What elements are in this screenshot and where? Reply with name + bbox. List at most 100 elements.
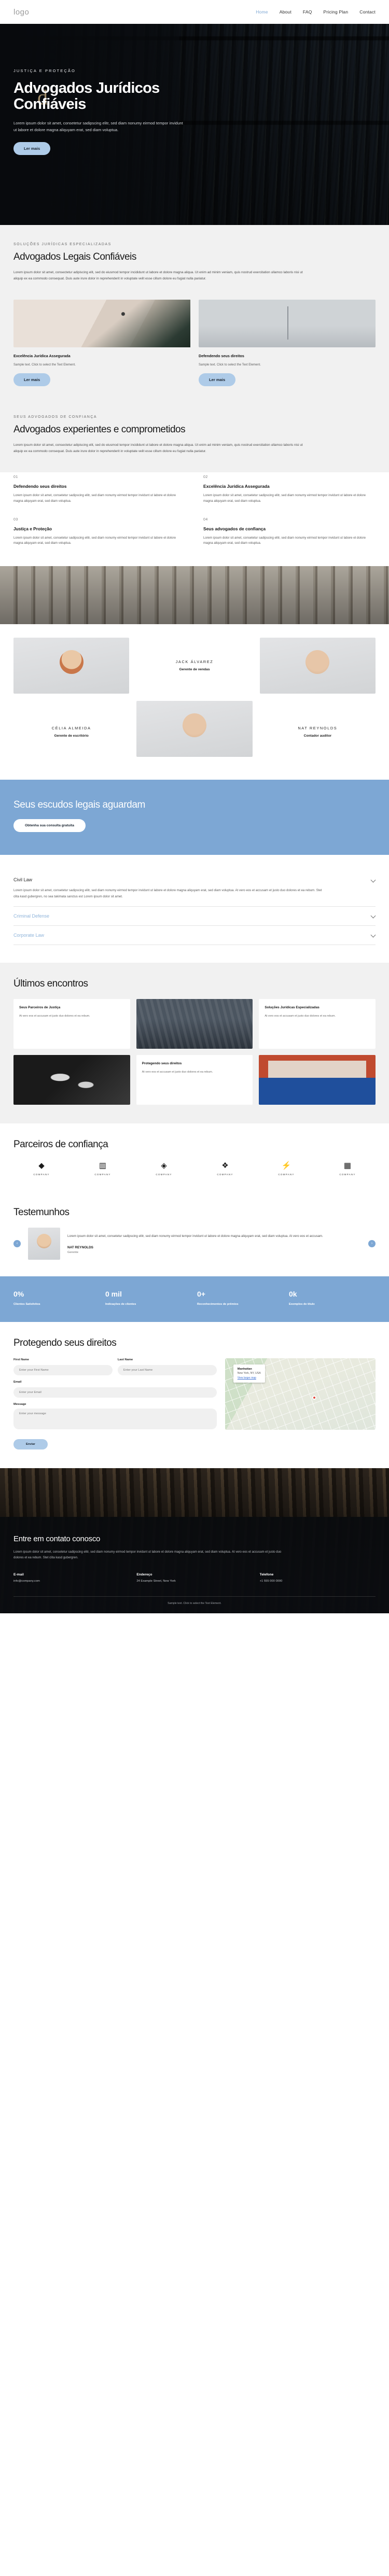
email-label: Email — [13, 1381, 22, 1384]
experience-body: Lorem ipsum dolor sit amet, consectetur … — [13, 443, 303, 453]
blog-card[interactable]: Soluções Jurídicas Especializadas At ver… — [259, 998, 376, 1049]
card-image-scales-of-justice — [199, 299, 376, 347]
item-title: Excelência Jurídica Assegurada — [203, 483, 270, 489]
chevron-down-icon[interactable] — [371, 933, 376, 937]
card-title: Excelência Jurídica Assegurada — [13, 353, 71, 358]
cta-title: Seus escudos legais aguardam — [13, 799, 145, 811]
item-title: Justiça e Proteção — [13, 526, 52, 531]
item-title: Seus advogados de confiança — [203, 526, 266, 531]
partner-mark-icon: ◆ — [38, 1161, 45, 1170]
message-textarea[interactable] — [13, 1409, 217, 1430]
blog-section: Últimos encontros Seus Parceiros de Just… — [0, 962, 389, 1123]
nav-item-faq[interactable]: FAQ — [303, 9, 312, 15]
partner-mark-icon: ◈ — [161, 1161, 167, 1170]
accordion-item-corporate-law[interactable]: Corporate Law — [13, 926, 376, 945]
accordion-item-civil-law[interactable]: Civil Law Lorem ipsum dolor sit amet, co… — [13, 870, 376, 907]
free-consultation-button[interactable]: Obtenha sua consulta gratuita — [13, 819, 86, 833]
accordion-item-criminal-defense[interactable]: Criminal Defense — [13, 907, 376, 926]
blog-card[interactable]: Seus Parceiros de Justiça At vero eos et… — [13, 998, 130, 1049]
experience-item: 04 Seus advogados de confiança Lorem ips… — [203, 518, 376, 547]
card-read-more-button[interactable]: Ler mais — [13, 373, 51, 386]
experience-item: 01 Defendendo seus direitos Lorem ipsum … — [13, 475, 186, 504]
hero-section: d JUSTIÇA E PROTEÇÃO Advogados Jurídicos… — [0, 24, 389, 225]
blog-grid: Seus Parceiros de Justiça At vero eos et… — [13, 998, 376, 1105]
site-header: logo Home About FAQ Pricing Plan Contact — [0, 0, 389, 24]
chevron-down-icon[interactable] — [371, 913, 376, 918]
submit-button[interactable]: Enviar — [13, 1439, 48, 1450]
cta-band: Seus escudos legais aguardam Obtenha sua… — [0, 780, 389, 855]
team-row: JACK ÁLVAREZ Gerente de vendas — [13, 638, 376, 694]
partner-logo: ▦ COMPANY — [319, 1160, 376, 1176]
testimonials-section: Testemunhos ‹ Lorem ipsum dolor sit amet… — [0, 1193, 389, 1276]
last-name-input[interactable] — [117, 1365, 217, 1376]
first-name-input[interactable] — [13, 1365, 113, 1376]
partner-logo: ▥ COMPANY — [75, 1160, 131, 1176]
map-larger-link[interactable]: View larger map — [238, 1376, 261, 1380]
partner-logo: ⚡ COMPANY — [258, 1160, 314, 1176]
partner-mark-icon: ⚡ — [281, 1161, 291, 1170]
testimonial-quote: Lorem ipsum dolor sit amet, consetetur s… — [67, 1234, 323, 1238]
stat-label: Clientes Satisfeitos — [13, 1302, 40, 1306]
item-number: 03 — [13, 517, 18, 522]
footer-value[interactable]: info@company.com — [13, 1580, 129, 1583]
blog-image-map[interactable] — [13, 1054, 130, 1105]
nav-item-about[interactable]: About — [280, 9, 291, 15]
map-title: Manhattan — [237, 1368, 252, 1371]
stat-value: 0% — [13, 1289, 24, 1298]
site-footer: Entre em contato conosco Lorem ipsum dol… — [0, 1517, 389, 1613]
testimonial-slider: ‹ Lorem ipsum dolor sit amet, consetetur… — [13, 1227, 376, 1260]
footer-bottom-bar: Sample text. Click to select the Text El… — [13, 1596, 376, 1605]
team-row: CÉLIA ALMEIDA Gerente de escritório NAT … — [13, 701, 376, 757]
footer-columns: E-mail info@company.com Endereço 24 Exam… — [13, 1573, 376, 1583]
footer-value[interactable]: +1 555 000 0000 — [260, 1580, 376, 1583]
footer-heading: Endereço — [136, 1572, 152, 1576]
blog-image-protest[interactable] — [136, 998, 253, 1049]
nav-item-home[interactable]: Home — [256, 9, 268, 15]
item-body: Lorem ipsum dolor sit amet, consetetur s… — [13, 536, 176, 545]
nav-item-contact[interactable]: Contact — [359, 9, 376, 15]
logo[interactable]: logo — [13, 8, 29, 17]
message-label: Message — [13, 1403, 26, 1406]
partner-name: COMPANY — [33, 1173, 50, 1176]
accordion-header[interactable]: Corporate Law — [13, 933, 376, 938]
solutions-cards: Excelência Jurídica Assegurada Sample te… — [0, 299, 389, 404]
next-arrow-icon[interactable]: › — [368, 1240, 376, 1247]
hero-read-more-button[interactable]: Ler mais — [13, 142, 51, 155]
stat-label: Reconhecimentos de prêmios — [197, 1302, 239, 1306]
contact-title: Protegendo seus direitos — [13, 1338, 117, 1349]
card-read-more-button[interactable]: Ler mais — [199, 373, 236, 386]
item-number: 04 — [203, 517, 208, 522]
footer-body: Lorem ipsum dolor sit amet, consetetur s… — [13, 1551, 282, 1560]
stat-item: 0+ Reconhecimentos de prêmios — [197, 1290, 284, 1306]
partner-logo: ❖ COMPANY — [197, 1160, 253, 1176]
location-map[interactable]: Manhattan New York, NY, USA View larger … — [225, 1358, 376, 1430]
accordion-header[interactable]: Civil Law — [13, 877, 376, 882]
partner-name: COMPANY — [156, 1173, 172, 1176]
accordion-body: Lorem ipsum dolor sit amet, consetetur s… — [13, 889, 322, 898]
partners-title: Parceiros de confiança — [13, 1138, 108, 1150]
blog-card-text: At vero eos et accusam et justo duo dolo… — [142, 1071, 213, 1074]
team-member-name: CÉLIA ALMEIDA — [51, 726, 91, 731]
accordion-header[interactable]: Criminal Defense — [13, 913, 376, 919]
experience-section: SEUS ADVOGADOS DE CONFIANÇA Advogados ex… — [0, 403, 389, 472]
chevron-down-icon[interactable] — [371, 878, 376, 882]
last-name-label: Last Name — [117, 1358, 133, 1362]
card-image-pen — [13, 299, 190, 347]
footer-heading: E-mail — [13, 1572, 24, 1576]
map-info-card: Manhattan New York, NY, USA View larger … — [233, 1364, 265, 1383]
solutions-section: SOLUÇÕES JURÍDICAS ESPECIALIZADAS Advoga… — [0, 225, 389, 300]
nav-item-pricing-plan[interactable]: Pricing Plan — [324, 9, 349, 15]
main-nav: Home About FAQ Pricing Plan Contact — [256, 9, 376, 15]
blog-image-march-for-our-lives[interactable] — [259, 1054, 376, 1105]
footer-heading: Telefone — [259, 1572, 274, 1576]
stats-band: 0% Clientes Satisfeitos 0 mil Indicações… — [0, 1276, 389, 1322]
email-input[interactable] — [13, 1387, 217, 1398]
experience-title: Advogados experientes e comprometidos — [13, 424, 186, 435]
blog-card[interactable]: Protegendo seus direitos At vero eos et … — [136, 1054, 253, 1105]
prev-arrow-icon[interactable]: ‹ — [13, 1240, 21, 1247]
solution-card: Excelência Jurídica Assegurada Sample te… — [13, 299, 190, 386]
team-section: JACK ÁLVAREZ Gerente de vendas CÉLIA ALM… — [0, 624, 389, 780]
experience-item: 02 Excelência Jurídica Assegurada Lorem … — [203, 475, 376, 504]
team-member-role: Contador auditor — [303, 734, 332, 738]
stat-item: 0 mil Indicações de clientes — [105, 1290, 192, 1306]
